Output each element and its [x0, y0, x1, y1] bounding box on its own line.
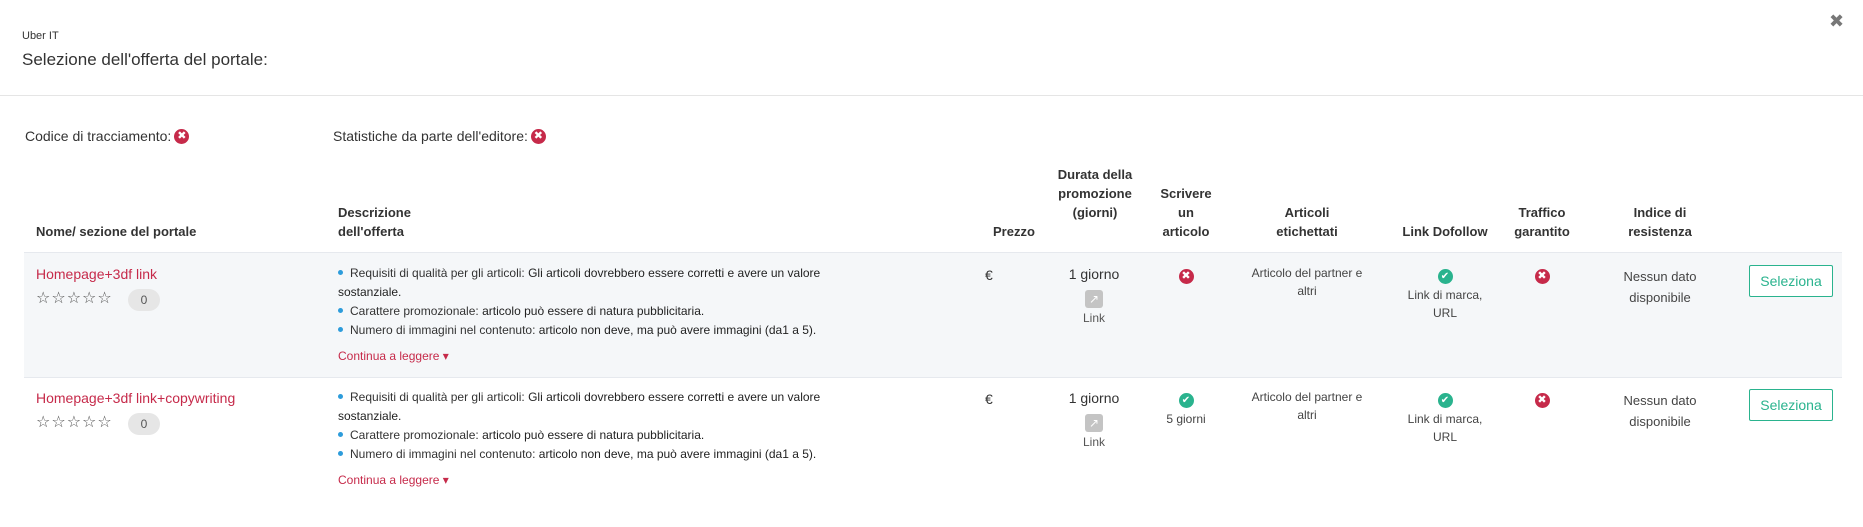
th-description: Descrizione dell'offerta: [338, 205, 411, 239]
bullet-icon: [338, 394, 343, 400]
dofollow-note: Link di marca, URL: [1407, 288, 1483, 320]
th-dofollow: Link Dofollow: [1402, 224, 1488, 239]
portal-name-link[interactable]: Homepage+3df link: [36, 266, 157, 282]
labeled-articles: Articolo del partner e altri: [1251, 266, 1363, 298]
bullet-icon: [338, 327, 343, 333]
dofollow-cell: ✔ Link di marca, URL: [1400, 266, 1490, 322]
th-price: Prezzo: [993, 224, 1035, 239]
tracking-flag: Codice di tracciamento: ✖: [25, 128, 190, 144]
bullet-icon: [338, 432, 343, 438]
close-icon[interactable]: ✖: [1829, 12, 1844, 30]
bullet-icon: [338, 451, 343, 457]
offer-description: Requisiti di qualità per gli articoli: G…: [338, 264, 858, 340]
th-labeled: Articoli etichettati: [1276, 205, 1338, 239]
rating-stars: ☆☆☆☆☆: [36, 290, 113, 307]
desc-item: Carattere promozionale: articolo può ess…: [338, 426, 858, 445]
duration-link-label: Link: [1082, 435, 1105, 449]
stats-status-x-icon: ✖: [530, 128, 546, 144]
duration-value: 1 giorno: [1068, 266, 1120, 282]
table-row: [24, 377, 1842, 503]
x-circle-icon: ✖: [1534, 393, 1550, 408]
external-link-icon[interactable]: ↗: [1085, 414, 1103, 432]
resistance-index: Nessun dato disponibile: [1623, 393, 1697, 429]
traffic-status: ✖: [1534, 390, 1550, 408]
modal-subtitle: Uber IT: [22, 30, 59, 42]
read-more-link[interactable]: Continua a leggere ▾: [338, 349, 449, 363]
th-resistance: Indice di resistenza: [1628, 205, 1692, 239]
read-more-link[interactable]: Continua a leggere ▾: [338, 473, 449, 487]
table-row: [24, 252, 1842, 378]
resistance-index: Nessun dato disponibile: [1623, 269, 1697, 305]
x-circle-icon: ✖: [1178, 269, 1194, 284]
tracking-status-x-icon: ✖: [174, 128, 190, 144]
review-count-badge: 0: [128, 289, 160, 311]
offer-description: Requisiti di qualità per gli articoli: G…: [338, 388, 858, 464]
desc-item: Requisiti di qualità per gli articoli: G…: [338, 390, 821, 423]
check-circle-icon: ✔: [1178, 393, 1194, 408]
check-circle-icon: ✔: [1437, 393, 1453, 408]
external-link-icon[interactable]: ↗: [1085, 290, 1103, 308]
th-duration: Durata della promozione (giorni): [1057, 167, 1133, 220]
price-value: €: [985, 391, 993, 407]
duration-value: 1 giorno: [1068, 390, 1120, 406]
stats-label: Statistiche da parte dell'editore:: [333, 128, 528, 144]
rating-stars: ☆☆☆☆☆: [36, 414, 113, 431]
select-offer-button[interactable]: Seleziona: [1749, 265, 1833, 297]
duration-link-label: Link: [1082, 311, 1105, 325]
labeled-articles: Articolo del partner e altri: [1251, 390, 1363, 422]
desc-item: Numero di immagini nel contenuto: artico…: [338, 321, 858, 340]
desc-item: Carattere promozionale: articolo può ess…: [338, 302, 858, 321]
th-name: Nome/ sezione del portale: [36, 224, 197, 239]
desc-item: Requisiti di qualità per gli articoli: G…: [338, 266, 821, 299]
dofollow-cell: ✔ Link di marca, URL: [1400, 390, 1490, 446]
header-divider: [0, 95, 1863, 96]
price-value: €: [985, 267, 993, 283]
tracking-label: Codice di tracciamento:: [25, 128, 172, 144]
modal-header: Uber IT Selezione dell'offerta del porta…: [22, 30, 268, 70]
bullet-icon: [338, 308, 343, 314]
portal-name-link[interactable]: Homepage+3df link+copywriting: [36, 390, 235, 406]
bullet-icon: [338, 270, 343, 276]
review-count-badge: 0: [128, 413, 160, 435]
write-status: ✖: [1178, 266, 1194, 284]
write-status: ✔ 5 giorni: [1156, 390, 1216, 428]
x-circle-icon: ✖: [1534, 269, 1550, 284]
modal-title: Selezione dell'offerta del portale:: [22, 50, 268, 69]
check-circle-icon: ✔: [1437, 269, 1453, 284]
dofollow-note: Link di marca, URL: [1407, 412, 1483, 444]
th-write: Scrivere un articolo: [1160, 186, 1212, 239]
select-offer-button[interactable]: Seleziona: [1749, 389, 1833, 421]
desc-item: Numero di immagini nel contenuto: artico…: [338, 445, 858, 464]
write-note: 5 giorni: [1166, 412, 1206, 426]
stats-flag: Statistiche da parte dell'editore: ✖: [333, 128, 546, 144]
th-traffic: Traffico garantito: [1514, 205, 1570, 239]
traffic-status: ✖: [1534, 266, 1550, 284]
